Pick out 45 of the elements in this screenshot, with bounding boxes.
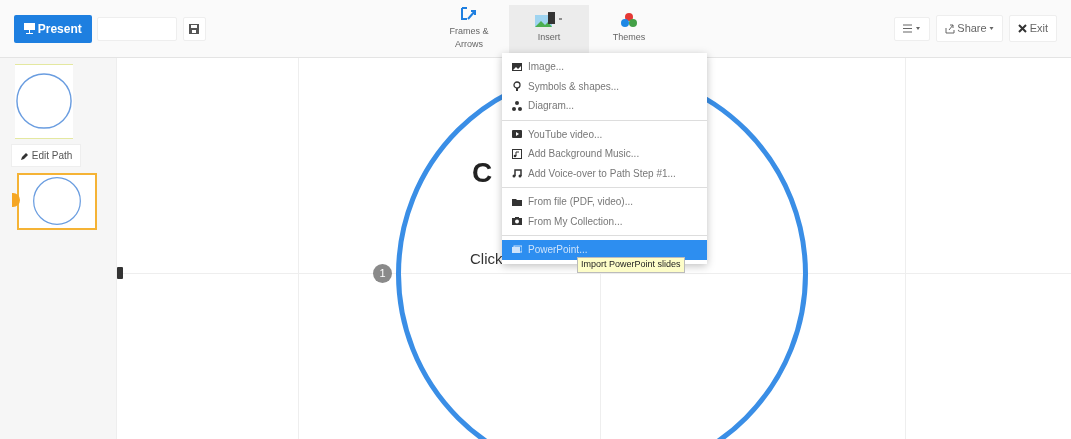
folder-icon xyxy=(512,196,522,207)
pencil-icon xyxy=(20,151,29,161)
present-button[interactable]: Present xyxy=(14,14,92,43)
menu-item[interactable]: PowerPoint... xyxy=(502,240,707,260)
menu-item[interactable]: Add Voice-over to Path Step #1... xyxy=(502,163,707,183)
menu-button[interactable] xyxy=(894,16,931,41)
step-number: 1 xyxy=(373,264,392,283)
toolbar-tab[interactable]: Insert xyxy=(509,4,589,53)
menu-item[interactable]: Diagram... xyxy=(502,96,707,116)
tooltip: Import PowerPoint slides xyxy=(577,257,685,273)
menu-item[interactable]: From file (PDF, video)... xyxy=(502,192,707,212)
close-icon xyxy=(1017,24,1027,33)
exit-button[interactable]: Exit xyxy=(1008,15,1057,42)
menu-item[interactable]: Image... xyxy=(502,57,707,77)
lightbulb-icon xyxy=(512,81,522,92)
frame-title: C xyxy=(472,156,493,190)
frame-text: Click xyxy=(470,249,503,269)
menu-caret-icon xyxy=(903,24,922,33)
share-icon xyxy=(944,23,955,34)
music-note-icon xyxy=(512,168,522,179)
toolbar-tab[interactable]: Frames & Arrows xyxy=(429,4,509,53)
save-button[interactable] xyxy=(182,16,206,41)
play-icon xyxy=(512,129,522,140)
save-icon xyxy=(189,23,200,34)
slide-thumbnail[interactable] xyxy=(17,172,97,230)
caret-icon xyxy=(989,27,995,30)
color-circles-icon xyxy=(620,12,638,29)
edit-path-button[interactable]: Edit Path xyxy=(11,144,82,167)
current-step-marker xyxy=(12,193,20,207)
slides-icon xyxy=(512,244,522,255)
picture-icon xyxy=(535,12,563,29)
dots-icon xyxy=(512,100,522,111)
slide-thumbnail[interactable] xyxy=(15,63,73,139)
screen-icon xyxy=(24,23,35,34)
camera-icon xyxy=(512,216,522,227)
music-file-icon xyxy=(512,148,522,159)
frame-arrow-icon xyxy=(460,5,478,22)
picture-icon xyxy=(512,61,522,72)
share-button[interactable]: Share xyxy=(935,15,1004,42)
menu-item[interactable]: Add Background Music... xyxy=(502,144,707,164)
menu-item[interactable]: YouTube video... xyxy=(502,124,707,144)
toolbar-tab[interactable]: Themes xyxy=(589,4,669,53)
menu-item[interactable]: Symbols & shapes... xyxy=(502,76,707,96)
menu-item[interactable]: From My Collection... xyxy=(502,211,707,231)
frame-handle[interactable] xyxy=(117,267,123,279)
